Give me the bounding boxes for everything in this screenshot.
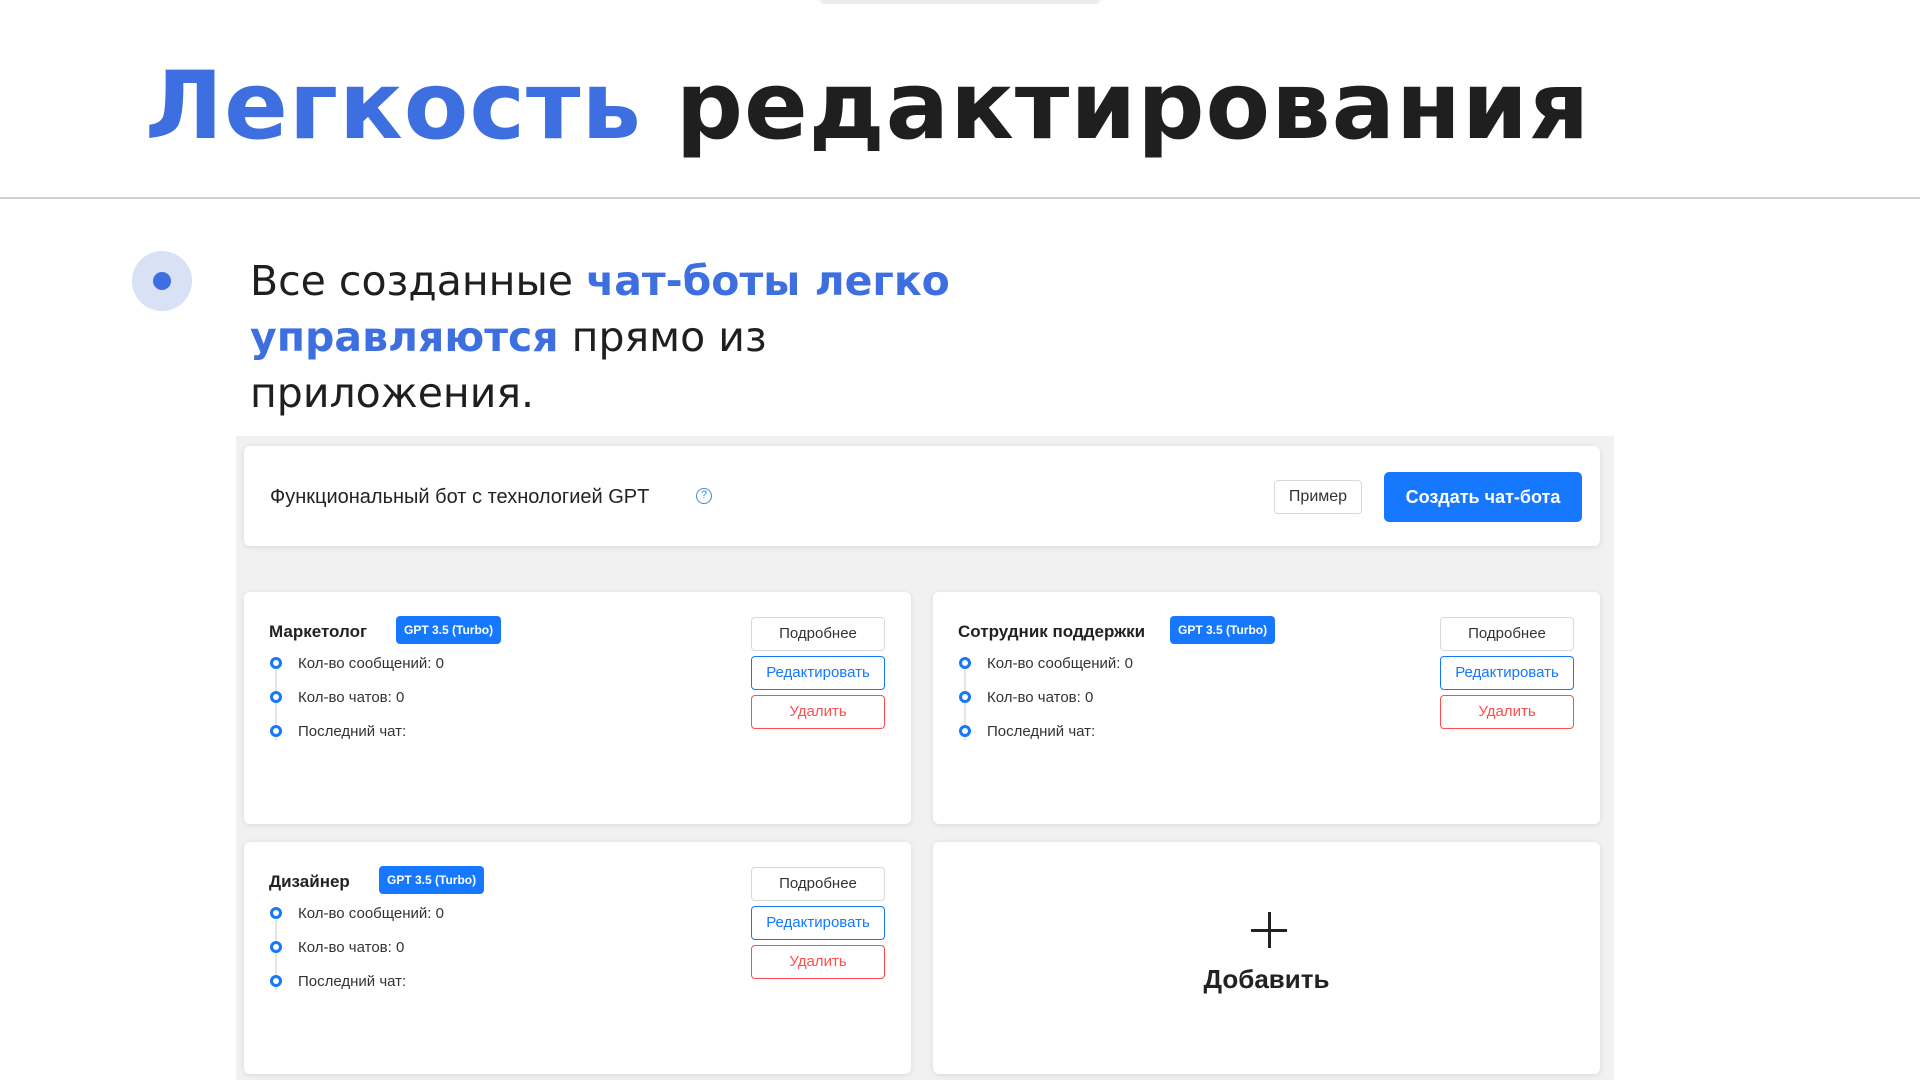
- stat-dot-icon: [270, 941, 282, 953]
- stat-dot-icon: [959, 725, 971, 737]
- model-badge: GPT 3.5 (Turbo): [1170, 616, 1276, 644]
- slide-title-rest: редактирования: [675, 52, 1591, 161]
- stat-dot-icon: [270, 691, 282, 703]
- add-bot-card[interactable]: Добавить: [933, 842, 1600, 1074]
- app-screenshot: Функциональный бот с технологией GPT ? П…: [236, 436, 1614, 1080]
- bot-card-support: Сотрудник поддержки GPT 3.5 (Turbo) Кол-…: [933, 592, 1600, 824]
- stat-dot-icon: [270, 725, 282, 737]
- bot-card-designer: Дизайнер GPT 3.5 (Turbo) Кол-во сообщени…: [244, 842, 911, 1074]
- top-decoration: [820, 0, 1100, 4]
- stat-chats-text: Кол-во чатов: 0: [987, 689, 1094, 706]
- stat-last-chat-text: Последний чат:: [298, 723, 407, 740]
- delete-button[interactable]: Удалить: [1440, 695, 1574, 729]
- stat-chats: Кол-во чатов: 0: [959, 689, 1093, 706]
- lead-text: Все созданные чат-боты легко управляются…: [250, 253, 950, 421]
- app-header-panel: Функциональный бот с технологией GPT ? П…: [244, 446, 1600, 546]
- create-chatbot-button[interactable]: Создать чат-бота: [1384, 472, 1582, 522]
- stat-chats-text: Кол-во чатов: 0: [298, 689, 405, 706]
- stat-dot-icon: [959, 657, 971, 669]
- delete-button[interactable]: Удалить: [751, 945, 885, 979]
- delete-button[interactable]: Удалить: [751, 695, 885, 729]
- bullet-dot: [153, 272, 171, 290]
- stat-last-chat: Последний чат:: [959, 723, 1095, 740]
- stat-messages-text: Кол-во сообщений: 0: [298, 655, 444, 672]
- stat-messages-text: Кол-во сообщений: 0: [298, 905, 444, 922]
- edit-button[interactable]: Редактировать: [1440, 656, 1574, 690]
- more-button[interactable]: Подробнее: [751, 867, 885, 901]
- slide-title: Легкость редактирования: [145, 55, 1590, 158]
- stat-dot-icon: [270, 975, 282, 987]
- add-bot-label: Добавить: [1203, 964, 1330, 994]
- stat-dot-icon: [959, 691, 971, 703]
- bot-name: Дизайнер: [269, 872, 350, 891]
- title-divider: [0, 197, 1920, 199]
- stat-messages: Кол-во сообщений: 0: [959, 655, 1133, 672]
- stat-last-chat-text: Последний чат:: [298, 973, 407, 990]
- example-button[interactable]: Пример: [1274, 480, 1362, 514]
- help-icon[interactable]: ?: [696, 488, 712, 504]
- more-button[interactable]: Подробнее: [1440, 617, 1574, 651]
- bot-card-marketer: Маркетолог GPT 3.5 (Turbo) Кол-во сообще…: [244, 592, 911, 824]
- edit-button[interactable]: Редактировать: [751, 656, 885, 690]
- bot-name: Сотрудник поддержки: [958, 622, 1146, 641]
- stat-messages: Кол-во сообщений: 0: [270, 655, 444, 672]
- slide-title-accent: Легкость: [145, 52, 642, 161]
- stat-last-chat: Последний чат:: [270, 723, 406, 740]
- stat-dot-icon: [270, 907, 282, 919]
- stat-chats-text: Кол-во чатов: 0: [298, 939, 405, 956]
- stat-last-chat-text: Последний чат:: [987, 723, 1096, 740]
- stat-messages: Кол-во сообщений: 0: [270, 905, 444, 922]
- edit-button[interactable]: Редактировать: [751, 906, 885, 940]
- lead-text-start: Все созданные: [250, 257, 587, 305]
- bot-name: Маркетолог: [269, 622, 368, 641]
- more-button[interactable]: Подробнее: [751, 617, 885, 651]
- stat-chats: Кол-во чатов: 0: [270, 939, 404, 956]
- bullet-icon: [132, 251, 192, 311]
- stat-dot-icon: [270, 657, 282, 669]
- stat-chats: Кол-во чатов: 0: [270, 689, 404, 706]
- stat-last-chat: Последний чат:: [270, 973, 406, 990]
- plus-icon: [1251, 912, 1287, 948]
- app-header-title: Функциональный бот с технологией GPT: [270, 486, 650, 508]
- model-badge: GPT 3.5 (Turbo): [379, 866, 485, 894]
- stat-messages-text: Кол-во сообщений: 0: [987, 655, 1133, 672]
- model-badge: GPT 3.5 (Turbo): [396, 616, 502, 644]
